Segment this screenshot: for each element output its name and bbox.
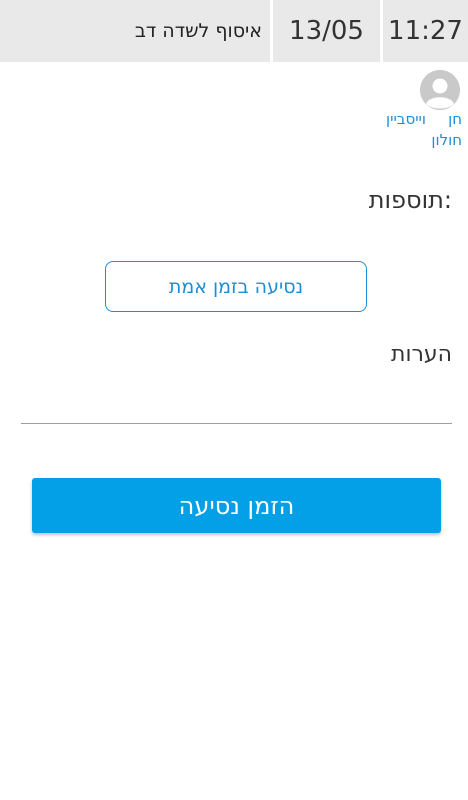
person-icon	[420, 70, 460, 110]
notes-input[interactable]	[21, 384, 452, 424]
real-time-ride-button[interactable]: נסיעה בזמן אמת	[105, 261, 367, 312]
driver-last-name: וייסביין	[386, 110, 426, 128]
driver-city: חולון	[431, 131, 462, 149]
order-ride-button[interactable]: הזמן נסיעה	[32, 478, 441, 533]
notes-label: הערות	[390, 342, 452, 367]
extras-label: תוספות:	[368, 186, 452, 214]
ride-date[interactable]: 13/05	[273, 0, 380, 62]
destination-title: איסוף לשדה דב	[0, 0, 270, 62]
user-avatar-icon	[420, 70, 460, 110]
ride-time[interactable]: 11:27	[383, 0, 468, 62]
top-header-bar: איסוף לשדה דב 13/05 11:27	[0, 0, 468, 62]
driver-first-name: חן	[448, 110, 462, 128]
